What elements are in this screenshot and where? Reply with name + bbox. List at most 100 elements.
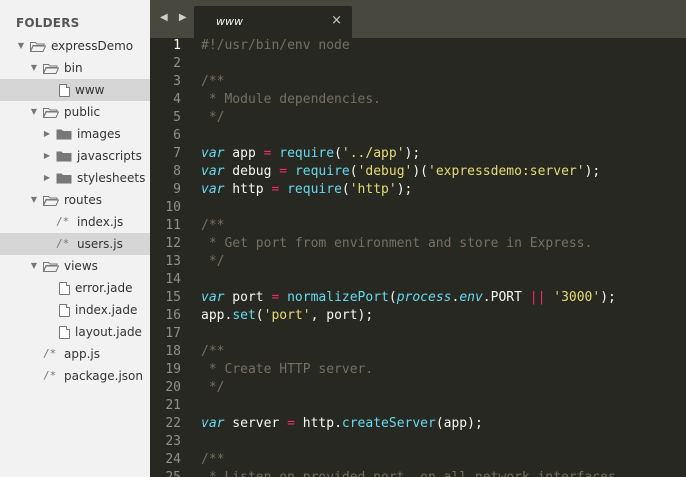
line-number: 2 [173, 56, 181, 71]
chevron-right-icon[interactable]: ▶ [42, 123, 52, 145]
code-line[interactable]: 11 /** [150, 217, 686, 235]
code-line[interactable]: 20 */ [150, 379, 686, 397]
code-token: 'expressdemo:server' [428, 164, 585, 179]
tree-item-label: index.js [77, 215, 124, 229]
code-token: var [201, 164, 225, 179]
chevron-down-icon[interactable]: ▼ [16, 35, 26, 57]
tree-item-javascripts[interactable]: ▶ javascripts [0, 145, 150, 167]
js-file-icon: /* [56, 237, 70, 250]
tree-item-index-jade[interactable]: index.jade [0, 299, 150, 321]
code-line[interactable]: 5 */ [150, 109, 686, 127]
code-line[interactable]: 24 /** [150, 451, 686, 469]
close-icon[interactable]: × [331, 13, 342, 28]
chevron-right-icon[interactable]: ▶ [42, 167, 52, 189]
code-line[interactable]: 17 [150, 325, 686, 343]
code-text: /** [201, 343, 224, 361]
tree-item-error-jade[interactable]: error.jade [0, 277, 150, 299]
code-text: */ [201, 253, 225, 271]
tree-item-label: public [64, 105, 101, 119]
code-text: */ [201, 109, 225, 127]
code-token: = [287, 416, 295, 431]
code-token: '3000' [553, 290, 601, 305]
tree-item-www[interactable]: www [0, 79, 150, 101]
line-number: 3 [173, 74, 181, 89]
code-line[interactable]: 25 * Listen on provided port, on all net… [150, 469, 686, 477]
line-number: 9 [173, 182, 181, 197]
code-token: * Create HTTP server. [201, 362, 374, 377]
code-line[interactable]: 23 [150, 433, 686, 451]
code-line[interactable]: 21 [150, 397, 686, 415]
folder-icon [56, 151, 72, 162]
code-line[interactable]: 16 app.set('port', port); [150, 307, 686, 325]
tree-item-users-js[interactable]: /* users.js [0, 233, 150, 255]
code-token: ( [341, 182, 350, 197]
code-token: port [224, 290, 272, 305]
line-number: 5 [173, 110, 181, 125]
code-line[interactable]: 4 * Module dependencies. [150, 91, 686, 109]
code-line[interactable]: 9 var http = require('http'); [150, 181, 686, 199]
code-token: )( [412, 164, 429, 179]
code-token: ( [334, 146, 342, 161]
tree-item-routes[interactable]: ▼ routes [0, 189, 150, 211]
code-line[interactable]: 2 [150, 55, 686, 73]
tree-item-public[interactable]: ▼ public [0, 101, 150, 123]
code-line[interactable]: 3 /** [150, 73, 686, 91]
code-token: set [232, 308, 256, 323]
code-line[interactable]: 18 /** [150, 343, 686, 361]
line-number: 4 [173, 92, 181, 107]
line-number: 11 [165, 218, 181, 233]
code-line[interactable]: 7 var app = require('../app'); [150, 145, 686, 163]
code-token: require [279, 146, 335, 161]
code-token: var [201, 416, 225, 431]
tab-www[interactable]: www × [194, 6, 352, 38]
code-line[interactable]: 6 [150, 127, 686, 145]
sidebar: FOLDERS ▼ expressDemo ▼ bin www ▼ public ▶ image… [0, 0, 150, 477]
tab-nav-arrows-icon[interactable]: ◀ ▶ [160, 12, 191, 23]
code-line[interactable]: 12 * Get port from environment and store… [150, 235, 686, 253]
tree-item-label: images [77, 127, 121, 141]
tree-item-app-js[interactable]: /* app.js [0, 343, 150, 365]
folder-icon [43, 63, 59, 74]
code-line[interactable]: 10 [150, 199, 686, 217]
chevron-down-icon[interactable]: ▼ [29, 255, 39, 277]
chevron-down-icon[interactable]: ▼ [29, 101, 39, 123]
code-line[interactable]: 8 var debug = require('debug')('expressde… [150, 163, 686, 181]
chevron-down-icon[interactable]: ▼ [29, 189, 39, 211]
code-line[interactable]: 13 */ [150, 253, 686, 271]
code-token: */ [201, 110, 225, 125]
tree-item-layout-jade[interactable]: layout.jade [0, 321, 150, 343]
line-number: 1 [173, 38, 181, 53]
tree-item-index-js[interactable]: /* index.js [0, 211, 150, 233]
code-token: /** [201, 74, 225, 89]
js-file-icon: /* [43, 347, 57, 360]
code-line[interactable]: 22 var server = http.createServer(app); [150, 415, 686, 433]
line-number: 16 [165, 308, 181, 323]
code-token: require [287, 182, 342, 197]
code-line[interactable]: 19 * Create HTTP server. [150, 361, 686, 379]
code-text: var debug = require('debug')('expressdem… [201, 163, 600, 181]
code-line[interactable]: 14 [150, 271, 686, 289]
line-number: 22 [165, 416, 181, 431]
tree-item-images[interactable]: ▶ images [0, 123, 150, 145]
code-token: ); [584, 164, 601, 179]
line-number: 18 [165, 344, 181, 359]
tree-item-package-json[interactable]: /* package.json [0, 365, 150, 387]
file-icon [59, 326, 70, 339]
tree-item-expressdemo[interactable]: ▼ expressDemo [0, 35, 150, 57]
code-text: /** [201, 451, 224, 469]
tree-item-views[interactable]: ▼ views [0, 255, 150, 277]
code-editor[interactable]: 1 #!/usr/bin/env node 2 3/** 4 * Module depe… [150, 38, 686, 477]
code-text: app.set('port', port); [201, 307, 373, 325]
code-text: */ [201, 379, 225, 397]
chevron-down-icon[interactable]: ▼ [29, 57, 39, 79]
chevron-right-icon[interactable]: ▶ [42, 145, 52, 167]
tree-item-label: javascripts [77, 149, 142, 163]
code-line[interactable]: 1 #!/usr/bin/env node [150, 38, 686, 55]
tree-item-stylesheets[interactable]: ▶ stylesheets [0, 167, 150, 189]
line-number: 19 [165, 362, 181, 377]
tree-item-label: users.js [77, 237, 123, 251]
tree-item-bin[interactable]: ▼ bin [0, 57, 150, 79]
code-token: (app); [435, 416, 483, 431]
folders-title: FOLDERS [16, 16, 80, 30]
code-line[interactable]: 15 var port = normalizePort(process.env.P… [150, 289, 686, 307]
